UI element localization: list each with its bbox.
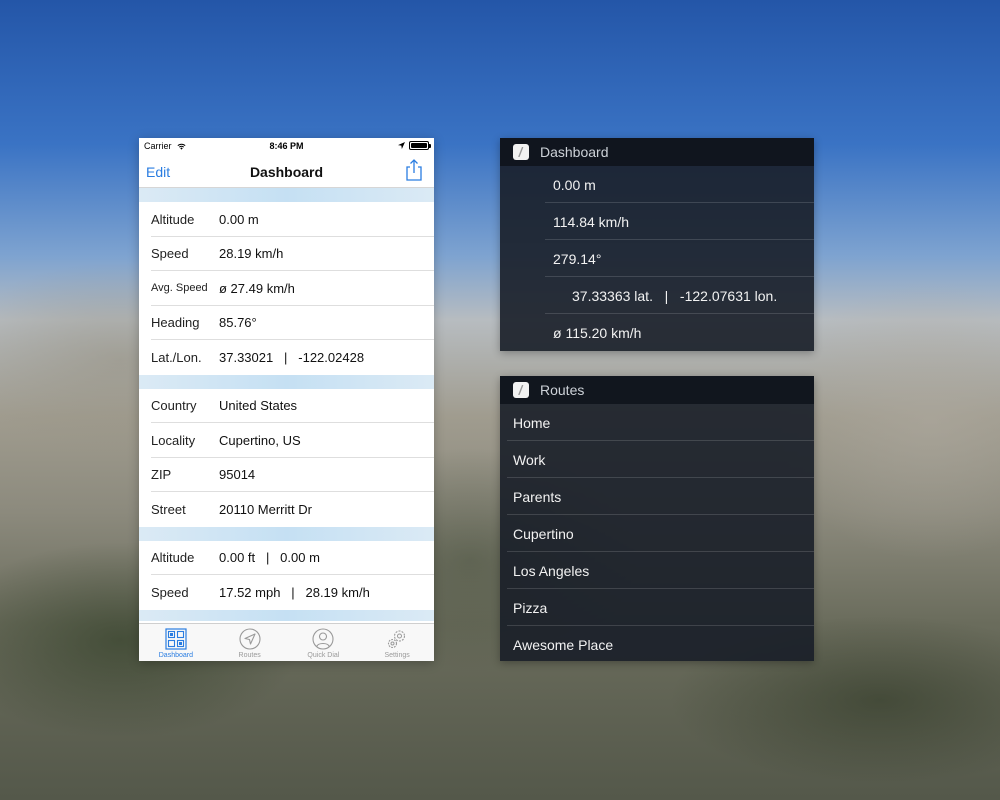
row-label: Lat./Lon. <box>151 349 202 365</box>
tab-label: Routes <box>238 652 261 659</box>
row-value: 37.33021 | -122.02428 <box>219 349 365 365</box>
nav-title: Dashboard <box>249 164 324 180</box>
widget-title: Dashboard <box>540 144 609 160</box>
route-item-parents[interactable]: Parents <box>500 478 814 515</box>
route-item-awesome-place[interactable]: Awesome Place <box>500 626 814 663</box>
status-bar: Carrier 8:46 PM <box>139 138 434 154</box>
row-value: 17.52 mph | 28.19 km/h <box>219 584 370 600</box>
tab-routes[interactable]: Routes <box>213 624 287 661</box>
share-icon[interactable] <box>404 159 424 181</box>
row-value: 20110 Merritt Dr <box>219 501 312 517</box>
row-label: Speed <box>151 246 189 262</box>
navigation-bar: Edit Dashboard <box>139 154 434 188</box>
row-value: 0.00 ft | 0.00 m <box>219 550 320 566</box>
tab-quick-dial[interactable]: Quick Dial <box>287 624 361 661</box>
row-label: Altitude <box>151 550 195 566</box>
address-section: Country United States Locality Cupertino… <box>139 388 434 527</box>
table-row[interactable]: Avg. Speed ø 27.49 km/h <box>139 271 434 306</box>
section-separator <box>139 188 434 202</box>
units-section: Altitude 0.00 ft | 0.00 m Speed 17.52 mp… <box>139 540 434 610</box>
row-value: 28.19 km/h <box>219 246 284 262</box>
row-label: Avg. Speed <box>151 282 208 295</box>
phone-screen: Carrier 8:46 PM Edit Dashboard Altitude … <box>139 138 434 661</box>
row-value: 0.00 m <box>219 211 259 227</box>
widget-row: 114.84 km/h <box>500 203 814 240</box>
routes-widget: Routes Home Work Parents Cupertino Los A… <box>500 376 814 661</box>
row-label: Country <box>151 398 197 414</box>
row-label: Heading <box>151 315 200 331</box>
location-arrow-icon <box>398 142 405 149</box>
route-item-los-angeles[interactable]: Los Angeles <box>500 552 814 589</box>
row-label: Altitude <box>151 211 195 227</box>
tab-label: Dashboard <box>158 652 193 659</box>
table-row[interactable]: Street 20110 Merritt Dr <box>139 492 434 527</box>
dashboard-widget: Dashboard 0.00 m 114.84 km/h 279.14° 37.… <box>500 138 814 351</box>
widget-header: Routes <box>500 376 814 404</box>
battery-icon <box>409 141 431 150</box>
route-item-work[interactable]: Work <box>500 441 814 478</box>
app-icon <box>513 144 529 160</box>
row-label: Speed <box>151 584 189 600</box>
table-row[interactable]: Lat./Lon. 37.33021 | -122.02428 <box>139 340 434 375</box>
motion-section: Altitude 0.00 m Speed 28.19 km/h Avg. Sp… <box>139 202 434 375</box>
row-value: ø 27.49 km/h <box>219 280 295 296</box>
widget-row: 37.33363 lat. | -122.07631 lon. <box>500 277 814 314</box>
row-label: Street <box>151 501 186 517</box>
table-row[interactable]: Locality Cupertino, US <box>139 423 434 458</box>
table-row[interactable]: Heading 85.76° <box>139 305 434 340</box>
section-separator <box>139 609 434 621</box>
status-time: 8:46 PM <box>269 141 304 151</box>
route-item-cupertino[interactable]: Cupertino <box>500 515 814 552</box>
section-separator <box>139 526 434 541</box>
dashboard-grid-icon <box>165 628 187 650</box>
row-value: United States <box>219 398 298 414</box>
person-icon <box>312 628 334 650</box>
battery-fill <box>411 143 427 148</box>
row-value: 95014 <box>219 467 256 483</box>
tab-settings[interactable]: Settings <box>360 624 434 661</box>
app-glyph-icon <box>518 147 524 157</box>
table-row[interactable]: Speed 28.19 km/h <box>139 236 434 271</box>
tab-bar: Dashboard Routes Quick Dial Settings <box>139 623 434 661</box>
row-value: 85.76° <box>219 315 257 331</box>
table-row[interactable]: Speed 17.52 mph | 28.19 km/h <box>139 575 434 610</box>
widget-row: 279.14° <box>500 240 814 277</box>
widget-row: ø 115.20 km/h <box>553 324 642 341</box>
row-value: Cupertino, US <box>219 432 301 448</box>
tab-label: Settings <box>384 652 410 659</box>
route-item-pizza[interactable]: Pizza <box>500 589 814 626</box>
widget-header: Dashboard <box>500 138 814 166</box>
row-label: ZIP <box>151 467 172 483</box>
compass-arrow-icon <box>239 628 261 650</box>
table-row[interactable]: Country United States <box>139 388 434 423</box>
section-separator <box>139 374 434 389</box>
tab-dashboard[interactable]: Dashboard <box>139 624 213 661</box>
widget-title: Routes <box>540 382 585 398</box>
app-glyph-icon <box>518 385 524 395</box>
table-row[interactable]: Altitude 0.00 ft | 0.00 m <box>139 540 434 575</box>
row-label: Locality <box>151 432 196 448</box>
table-row[interactable]: Altitude 0.00 m <box>139 202 434 237</box>
status-indicators <box>398 141 431 150</box>
route-item-home[interactable]: Home <box>500 404 814 441</box>
table-row[interactable]: ZIP 95014 <box>139 457 434 492</box>
widget-row: 0.00 m <box>500 166 814 203</box>
app-icon <box>513 382 529 398</box>
gears-icon <box>388 630 406 649</box>
tab-label: Quick Dial <box>307 652 340 659</box>
